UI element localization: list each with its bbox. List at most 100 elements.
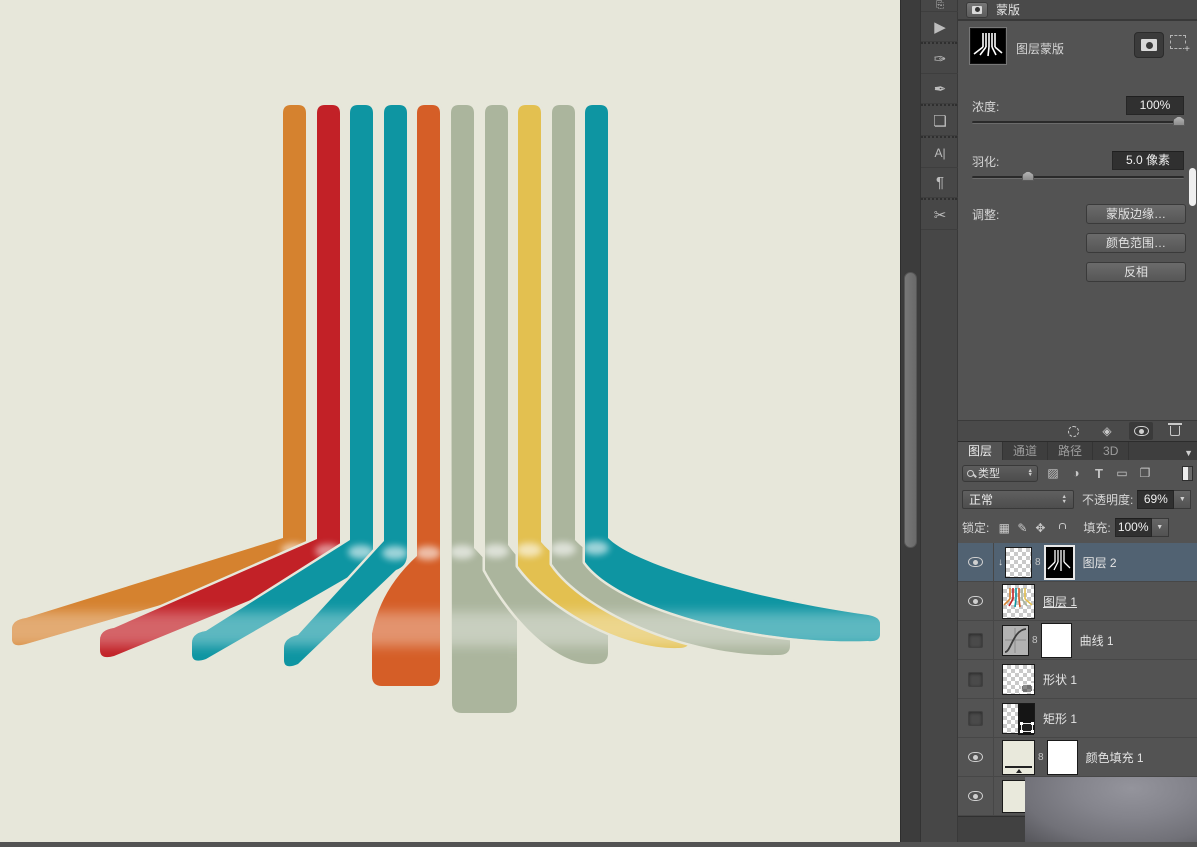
- layer-name[interactable]: 曲线 1: [1080, 632, 1114, 649]
- eye-icon: [968, 752, 983, 762]
- lock-image-icon[interactable]: ✎: [1013, 521, 1031, 535]
- layer-name[interactable]: 图层 2: [1083, 554, 1117, 571]
- filter-type-layers-icon[interactable]: T: [1091, 466, 1107, 481]
- masks-panel-header: 蒙版: [958, 0, 1197, 21]
- clone-source-panel-icon[interactable]: ❏: [921, 106, 959, 136]
- tool-presets-panel-icon[interactable]: ✂: [921, 200, 959, 230]
- paragraph-panel-icon[interactable]: ¶: [921, 168, 959, 198]
- layer-list: ↓ 8 图层 2 图层 1 8 曲线 1 形状 1 矩形 1 8 颜色填充 1: [958, 543, 1197, 816]
- layer-name[interactable]: 图层 1: [1043, 593, 1077, 610]
- fill-mask-thumbnail[interactable]: [1046, 739, 1078, 775]
- apply-mask-icon[interactable]: ◈: [1095, 422, 1119, 440]
- layer-row-shape[interactable]: 形状 1: [958, 660, 1197, 699]
- hidden-visibility-box: [968, 671, 983, 687]
- adjustment-mask-thumbnail[interactable]: [1040, 622, 1072, 658]
- panel-scrollbar-thumb[interactable]: [1189, 168, 1196, 206]
- layer-name[interactable]: 颜色填充 1: [1086, 749, 1144, 766]
- filter-smart-objects-icon[interactable]: ❐: [1137, 466, 1153, 480]
- visibility-toggle[interactable]: [958, 777, 994, 815]
- eye-icon: [968, 791, 983, 801]
- filter-pixel-layers-icon[interactable]: ▨: [1045, 466, 1061, 480]
- tab-3d[interactable]: 3D: [1093, 442, 1130, 460]
- layer-row-2[interactable]: ↓ 8 图层 2: [958, 543, 1197, 582]
- feather-slider-track[interactable]: [972, 176, 1184, 179]
- fill-layer-thumbnail[interactable]: [1002, 739, 1035, 775]
- disable-mask-icon[interactable]: [1129, 422, 1153, 440]
- visibility-toggle[interactable]: [958, 738, 994, 776]
- combo-arrows-icon: ▲ ▼: [1027, 467, 1033, 478]
- character-panel-icon[interactable]: A|: [921, 138, 959, 168]
- visibility-toggle[interactable]: [958, 582, 994, 620]
- document-canvas[interactable]: .ribbon { stroke:#E7E7DA; stroke-width:5…: [0, 0, 900, 842]
- density-slider-track[interactable]: [972, 121, 1184, 124]
- color-range-button[interactable]: 颜色范围…: [1086, 233, 1186, 253]
- visibility-toggle[interactable]: [958, 621, 994, 659]
- invert-button[interactable]: 反相: [1086, 262, 1186, 282]
- scrollbar-thumb[interactable]: [904, 272, 917, 548]
- filter-shape-layers-icon[interactable]: ▭: [1114, 466, 1130, 480]
- layer-row-1[interactable]: 图层 1: [958, 582, 1197, 621]
- masks-panel-footer: ◈: [958, 420, 1197, 442]
- vector-path-badge-icon: [1020, 682, 1034, 694]
- panel-menu-icon[interactable]: ▼: [1184, 448, 1193, 458]
- feather-value[interactable]: 5.0 像素: [1112, 151, 1184, 170]
- fill-value[interactable]: 100%: [1114, 518, 1152, 537]
- layer-mask-thumbnail[interactable]: [969, 27, 1007, 65]
- vector-path-badge-icon: [1020, 721, 1034, 733]
- canvas-vertical-scrollbar[interactable]: [900, 0, 920, 842]
- layer-thumbnail[interactable]: [1005, 546, 1032, 578]
- layer-row-color-fill[interactable]: 8 颜色填充 1: [958, 738, 1197, 777]
- layer-row-rectangle[interactable]: 矩形 1: [958, 699, 1197, 738]
- layer-thumbnail[interactable]: [1002, 583, 1035, 619]
- layer-row-curves[interactable]: 8 曲线 1: [958, 621, 1197, 660]
- delete-mask-icon[interactable]: [1163, 422, 1187, 440]
- density-slider-thumb[interactable]: [1173, 116, 1185, 126]
- add-vector-mask-icon[interactable]: [1170, 35, 1190, 55]
- opacity-value[interactable]: 69%: [1137, 490, 1175, 509]
- shape-thumbnail[interactable]: [1002, 663, 1035, 695]
- layer-mask-thumbnail[interactable]: [1043, 544, 1075, 580]
- masks-panel-title: 蒙版: [996, 3, 1021, 17]
- lock-transparency-icon[interactable]: ▦: [995, 521, 1013, 535]
- lock-position-icon[interactable]: ✥: [1031, 521, 1049, 535]
- tab-paths[interactable]: 路径: [1048, 442, 1094, 460]
- tab-channels[interactable]: 通道: [1003, 442, 1049, 460]
- brush-panel-icon[interactable]: ✑: [921, 44, 959, 74]
- mask-edge-button[interactable]: 蒙版边缘…: [1086, 204, 1186, 224]
- adjust-label: 调整:: [972, 208, 1000, 222]
- filter-kind-combo[interactable]: 类型 ▲ ▼: [962, 464, 1038, 482]
- visibility-toggle[interactable]: [958, 543, 994, 581]
- brush-presets-panel-icon[interactable]: ✒: [921, 74, 959, 104]
- blend-mode-value: 正常: [969, 493, 994, 507]
- rectangle-thumbnail[interactable]: [1002, 702, 1035, 735]
- adjustment-icon-thumbnail[interactable]: [1002, 624, 1029, 656]
- hidden-visibility-box: [968, 632, 983, 648]
- density-value[interactable]: 100%: [1126, 96, 1184, 115]
- search-icon: [967, 469, 974, 477]
- fill-label: 填充:: [1083, 521, 1111, 535]
- visibility-toggle[interactable]: [958, 699, 994, 737]
- feather-slider-thumb[interactable]: [1022, 171, 1034, 181]
- load-mask-selection-icon[interactable]: [1061, 422, 1085, 440]
- layer-mask-label: 图层蒙版: [1016, 42, 1065, 56]
- filter-adjustment-layers-icon[interactable]: ◑: [1068, 466, 1084, 480]
- actions-panel-icon[interactable]: ▶: [921, 12, 959, 42]
- opacity-dropdown-icon[interactable]: ▼: [1174, 490, 1192, 509]
- fill-dropdown-icon[interactable]: ▼: [1151, 518, 1169, 537]
- history-panel-icon[interactable]: ⎘: [921, 0, 959, 12]
- visibility-toggle[interactable]: [958, 660, 994, 698]
- tab-layers[interactable]: 图层: [958, 442, 1004, 460]
- select-layer-mask-button[interactable]: [1134, 32, 1164, 58]
- filter-on-off-toggle[interactable]: [1182, 465, 1193, 481]
- mask-link-icon[interactable]: 8: [1038, 752, 1044, 763]
- layer-name[interactable]: 形状 1: [1043, 671, 1077, 688]
- ribbon-teal-10: [585, 105, 880, 641]
- eye-icon: [968, 596, 983, 606]
- right-panel-stack: 蒙版 图层蒙版 浓度: 100% 羽化: 5.0 像素 调整: 蒙版边缘… 颜色…: [958, 0, 1197, 842]
- mask-panel-icon: [966, 1, 988, 18]
- ribbon-artwork: .ribbon { stroke:#E7E7DA; stroke-width:5…: [0, 0, 900, 842]
- mask-link-icon[interactable]: 8: [1035, 557, 1041, 568]
- blend-mode-select[interactable]: 正常 ▲ ▼: [962, 490, 1074, 509]
- layer-name[interactable]: 矩形 1: [1043, 710, 1077, 727]
- mask-link-icon[interactable]: 8: [1032, 635, 1038, 646]
